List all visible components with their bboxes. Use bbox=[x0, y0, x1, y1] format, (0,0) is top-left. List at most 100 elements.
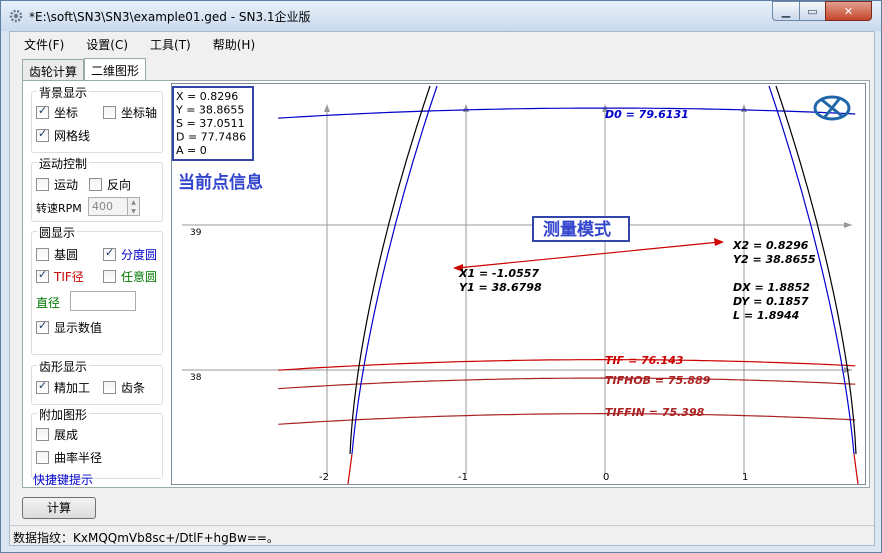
tooth-flank-left-blue bbox=[351, 85, 438, 455]
y-tick-label: 38 bbox=[190, 373, 202, 383]
shortcut-hint-link[interactable]: 快捷键提示 bbox=[33, 471, 93, 488]
maximize-icon: ▭ bbox=[807, 4, 818, 18]
grid-arrow bbox=[463, 104, 469, 112]
measure-delta-text: L = 1.8944 bbox=[733, 309, 799, 322]
group-circles: 圆显示 基圆 分度圆 TIF径 任意圆 直径 显示数值 bbox=[31, 224, 163, 355]
checkbox-axes-box[interactable] bbox=[103, 106, 116, 119]
checkbox-finish[interactable]: 精加工 bbox=[36, 379, 90, 396]
rpm-input[interactable]: 400 bbox=[88, 197, 128, 216]
checkbox-move[interactable]: 运动 bbox=[36, 176, 78, 193]
tooth-flank-left-black bbox=[349, 85, 431, 455]
measure-caption: 测量模式 bbox=[543, 219, 611, 240]
checkbox-move-label: 运动 bbox=[54, 178, 79, 192]
checkbox-any-circle[interactable]: 任意圆 bbox=[103, 268, 157, 285]
menu-bar: 文件(F) 设置(C) 工具(T) 帮助(H) bbox=[10, 32, 874, 54]
measure-delta-text: DY = 0.1857 bbox=[733, 295, 809, 308]
checkbox-any-circle-label: 任意圆 bbox=[121, 270, 158, 284]
checkbox-tif[interactable]: TIF径 bbox=[36, 268, 84, 285]
calculate-button[interactable]: 计算 bbox=[22, 497, 96, 519]
measure-p1-text: X1 = -1.0557 bbox=[458, 267, 539, 280]
menu-settings[interactable]: 设置(C) bbox=[72, 32, 136, 54]
minimize-button[interactable]: ▁ bbox=[772, 1, 800, 21]
checkbox-pitch-circle[interactable]: 分度圆 bbox=[103, 246, 157, 263]
checkbox-curvature-box[interactable] bbox=[36, 451, 49, 464]
checkbox-reverse-label: 反向 bbox=[107, 178, 132, 192]
diameter-input[interactable] bbox=[70, 291, 136, 311]
measure-delta-text: DX = 1.8852 bbox=[733, 281, 810, 294]
circle-label-d0: D0 = 79.6131 bbox=[605, 108, 689, 121]
group-background-title: 背景显示 bbox=[37, 84, 90, 101]
checkbox-grid[interactable]: 网格线 bbox=[36, 127, 90, 144]
diameter-label: 直径 bbox=[36, 296, 61, 310]
point-info-line: A = 0 bbox=[176, 144, 207, 157]
checkbox-rack[interactable]: 齿条 bbox=[103, 379, 145, 396]
checkbox-grid-box[interactable] bbox=[36, 127, 49, 142]
checkbox-generate-box[interactable] bbox=[36, 428, 49, 441]
checkbox-base-circle-label: 基圆 bbox=[54, 248, 79, 262]
x-tick-label: 0 bbox=[603, 472, 609, 483]
measure-p2-text: Y2 = 38.8655 bbox=[733, 253, 816, 266]
x-tick-label: -2 bbox=[319, 472, 329, 483]
grid-arrow bbox=[741, 104, 747, 112]
circle-d0 bbox=[278, 107, 856, 119]
checkbox-curvature[interactable]: 曲率半径 bbox=[36, 449, 102, 466]
minimize-icon: ▁ bbox=[781, 4, 791, 18]
client-area: 文件(F) 设置(C) 工具(T) 帮助(H) 齿轮计算 二维图形 背景显示 坐… bbox=[9, 31, 875, 546]
circle-tifhob bbox=[278, 377, 856, 390]
group-motion: 运动控制 运动 反向 转速RPM 400 ▲ ▼ bbox=[31, 155, 163, 222]
tab-gear-calc[interactable]: 齿轮计算 bbox=[22, 59, 85, 80]
menu-help[interactable]: 帮助(H) bbox=[199, 32, 263, 54]
checkbox-base-circle[interactable]: 基圆 bbox=[36, 246, 78, 263]
point-info-line: X = 0.8296 bbox=[176, 90, 238, 103]
tab-2d-graphics[interactable]: 二维图形 bbox=[84, 58, 147, 80]
checkbox-generate[interactable]: 展成 bbox=[36, 426, 78, 443]
checkbox-pitch-circle-box[interactable] bbox=[103, 246, 116, 261]
checkbox-tif-label: TIF径 bbox=[54, 270, 84, 284]
rpm-spinner[interactable]: ▲ ▼ bbox=[127, 197, 140, 216]
gear-app-icon bbox=[9, 9, 23, 23]
checkbox-pitch-circle-label: 分度圆 bbox=[121, 248, 158, 262]
group-circles-title: 圆显示 bbox=[37, 224, 78, 241]
group-tooth: 齿形显示 精加工 齿条 bbox=[31, 358, 163, 405]
group-background: 背景显示 坐标 坐标轴 网格线 bbox=[31, 84, 163, 153]
checkbox-tif-box[interactable] bbox=[36, 268, 49, 283]
gear-plot[interactable]: -2 -1 0 1 39 38 D0 = 79.6131 TIF = 76.143 TIFHOB… bbox=[172, 84, 865, 485]
checkbox-show-values-label: 显示数值 bbox=[54, 321, 103, 335]
checkbox-coords[interactable]: 坐标 bbox=[36, 104, 78, 121]
checkbox-any-circle-box[interactable] bbox=[103, 270, 116, 283]
grid-arrow bbox=[844, 222, 852, 228]
checkbox-finish-label: 精加工 bbox=[54, 381, 91, 395]
brand-logo-icon bbox=[821, 97, 843, 119]
checkbox-coords-box[interactable] bbox=[36, 104, 49, 119]
circle-label-tifhob: TIFHOB = 75.889 bbox=[605, 374, 711, 387]
measure-line bbox=[456, 241, 721, 269]
checkbox-axes[interactable]: 坐标轴 bbox=[103, 104, 157, 121]
maximize-button[interactable]: ▭ bbox=[799, 1, 826, 21]
checkbox-rack-box[interactable] bbox=[103, 381, 116, 394]
measure-p2-text: X2 = 0.8296 bbox=[732, 239, 809, 252]
close-button[interactable]: ✕ bbox=[825, 1, 872, 21]
menu-tools[interactable]: 工具(T) bbox=[136, 32, 199, 54]
tooth-flank-right-blue bbox=[768, 85, 855, 455]
checkbox-finish-box[interactable] bbox=[36, 379, 49, 394]
group-extra: 附加图形 展成 曲率半径 bbox=[31, 406, 163, 479]
main-window: *E:\soft\SN3\SN3\example01.ged - SN3.1企业… bbox=[0, 0, 882, 553]
gear-2d-chart[interactable]: -2 -1 0 1 39 38 D0 = 79.6131 TIF = 76.143 TIFHOB… bbox=[171, 83, 866, 485]
group-extra-title: 附加图形 bbox=[37, 406, 90, 423]
point-info-caption: 当前点信息 bbox=[178, 172, 263, 193]
title-bar[interactable]: *E:\soft\SN3\SN3\example01.ged - SN3.1企业… bbox=[1, 1, 881, 31]
grid-arrow bbox=[324, 104, 330, 112]
checkbox-reverse[interactable]: 反向 bbox=[89, 176, 131, 193]
menu-file[interactable]: 文件(F) bbox=[10, 32, 72, 54]
circle-label-tif: TIF = 76.143 bbox=[605, 354, 684, 367]
checkbox-base-circle-box[interactable] bbox=[36, 248, 49, 261]
rpm-label: 转速RPM bbox=[36, 202, 82, 215]
tooth-flank-right-black bbox=[775, 85, 857, 455]
checkbox-show-values[interactable]: 显示数值 bbox=[36, 319, 102, 336]
checkbox-move-box[interactable] bbox=[36, 178, 49, 191]
checkbox-reverse-box[interactable] bbox=[89, 178, 102, 191]
circle-label-tiffin: TIFFIN = 75.398 bbox=[605, 406, 705, 419]
tab-strip: 齿轮计算 二维图形 bbox=[22, 58, 147, 81]
measure-arrow-right bbox=[714, 238, 724, 246]
checkbox-show-values-box[interactable] bbox=[36, 319, 49, 334]
